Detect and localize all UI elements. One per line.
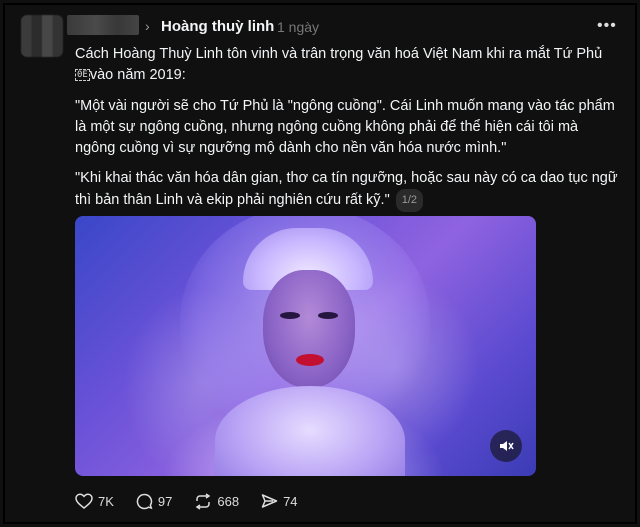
repost-button[interactable]: 668 xyxy=(194,492,240,510)
post-video[interactable] xyxy=(75,216,536,476)
share-icon xyxy=(261,494,278,508)
post-paragraph-2: "Một vài người sẽ cho Tứ Phủ là "ngông c… xyxy=(75,98,615,156)
video-face xyxy=(263,270,355,388)
repost-icon xyxy=(196,492,211,510)
media-pager: 1/2 xyxy=(395,189,424,212)
unknown-glyph: 0E xyxy=(75,69,90,82)
action-bar: 7K 97 668 74 xyxy=(75,491,320,511)
more-icon[interactable]: ••• xyxy=(597,17,617,35)
share-count: 74 xyxy=(283,493,298,509)
repost-count: 668 xyxy=(217,493,240,509)
like-count: 7K xyxy=(98,493,114,509)
heart-icon xyxy=(75,493,93,509)
comment-icon xyxy=(136,493,153,509)
post-time: 1 ngày xyxy=(277,19,320,35)
comment-button[interactable]: 97 xyxy=(136,493,172,510)
share-button[interactable]: 74 xyxy=(261,493,298,509)
post-paragraph-1: Cách Hoàng Thuỳ Linh tôn vinh và trân tr… xyxy=(75,46,603,83)
post-frame: › Hoàng thuỳ linh 1 ngày ••• Cách Hoàng … xyxy=(3,3,637,524)
avatar-blurred[interactable] xyxy=(21,15,63,57)
chevron-right-icon: › xyxy=(145,18,150,34)
username-blurred[interactable] xyxy=(67,15,139,35)
mute-icon[interactable] xyxy=(490,430,522,462)
comment-count: 97 xyxy=(157,493,173,509)
like-button[interactable]: 7K xyxy=(75,493,114,509)
post-paragraph-3: "Khi khai thác văn hóa dân gian, thơ ca … xyxy=(75,168,620,212)
author-name[interactable]: Hoàng thuỳ linh xyxy=(161,18,274,35)
